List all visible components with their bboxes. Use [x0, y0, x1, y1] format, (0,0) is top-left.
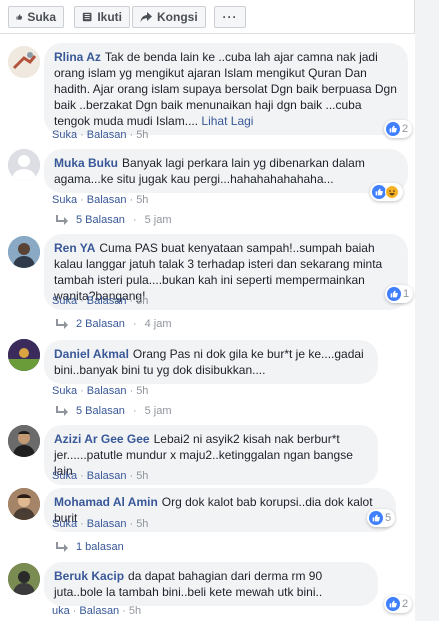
comment-time[interactable]: 5h	[136, 295, 148, 307]
comment-meta: Suka · Balasan · 5h	[52, 385, 149, 397]
comment-text: Cuma PAS buat kenyataan sampah!..sumpah …	[54, 241, 383, 303]
comment-bubble: Beruk Kacip da dapat bahagian dari derma …	[44, 562, 378, 606]
action-bar-panel: Suka Ikuti Kongsi ···	[0, 0, 415, 34]
reply-arrow-icon	[56, 215, 68, 225]
comment-reply-link[interactable]: Balasan	[87, 129, 127, 141]
reaction-summary[interactable]: 2	[384, 120, 413, 138]
comment-reply-link[interactable]: Balasan	[79, 605, 119, 617]
replies-time: 4 jam	[144, 318, 172, 330]
comment-time[interactable]: 5h	[136, 470, 148, 482]
reaction-summary[interactable]: 1	[385, 285, 414, 303]
replies-time: 5 jam	[144, 214, 172, 226]
comment-like-link[interactable]: uka	[52, 605, 70, 617]
page-gutter	[415, 34, 439, 621]
avatar-image	[8, 339, 40, 371]
share-icon	[140, 12, 152, 22]
like-reaction-icon	[386, 597, 400, 611]
comment-reply-link[interactable]: Balasan	[87, 194, 127, 206]
comment-meta: Suka · Balasan · 5h	[52, 194, 149, 206]
replies-count: 5 Balasan	[76, 405, 125, 417]
comment-meta: Suka · Balasan · 5h	[52, 129, 149, 141]
avatar[interactable]	[8, 488, 40, 520]
follow-button[interactable]: Ikuti	[74, 6, 130, 28]
comment-meta: Suka · Balasan · 5h	[52, 295, 149, 307]
comment-author[interactable]: Ren YA	[54, 241, 95, 255]
comment-bubble: Muka Buku Banyak lagi perkara lain yg dib…	[44, 149, 408, 193]
comment-reply-link[interactable]: Balasan	[87, 385, 127, 397]
comment-like-link[interactable]: Suka	[52, 129, 77, 141]
comment-reply-link[interactable]: Balasan	[87, 295, 127, 307]
comment-author[interactable]: Rlina Az	[54, 50, 101, 64]
comment-like-link[interactable]: Suka	[52, 470, 77, 482]
post-action-bar: Suka Ikuti Kongsi ···	[0, 0, 439, 34]
comment-author[interactable]: Mohamad Al Amin	[54, 495, 158, 509]
comment-reply-link[interactable]: Balasan	[87, 470, 127, 482]
avatar[interactable]	[8, 236, 40, 268]
comment-time[interactable]: 5h	[136, 385, 148, 397]
like-reaction-icon	[369, 511, 383, 525]
avatar[interactable]	[8, 425, 40, 457]
avatar[interactable]	[8, 149, 40, 181]
comment-author[interactable]: Muka Buku	[54, 156, 118, 170]
comment-author[interactable]: Azizi Ar Gee Gee	[54, 432, 150, 446]
like-reaction-icon	[386, 122, 400, 136]
view-replies-link[interactable]: 5 Balasan · 5 jam	[56, 405, 172, 417]
avatar[interactable]	[8, 46, 40, 78]
comment-reply-link[interactable]: Balasan	[87, 518, 127, 530]
view-replies-link[interactable]: 2 Balasan · 4 jam	[56, 318, 172, 330]
reaction-summary[interactable]	[370, 183, 403, 201]
reaction-count: 2	[402, 123, 409, 135]
comment-meta: Suka · Balasan · 5h	[52, 518, 149, 530]
avatar-image	[8, 425, 40, 457]
comment-like-link[interactable]: Suka	[52, 295, 77, 307]
see-more-link[interactable]: Lihat Lagi	[201, 114, 253, 128]
avatar-image	[8, 236, 40, 268]
comment-like-link[interactable]: Suka	[52, 518, 77, 530]
comment-time[interactable]: 5h	[129, 605, 141, 617]
share-button[interactable]: Kongsi	[132, 6, 206, 28]
like-reaction-icon	[387, 287, 401, 301]
follow-icon	[82, 12, 92, 22]
replies-count: 2 Balasan	[76, 318, 125, 330]
replies-time: 5 jam	[144, 405, 172, 417]
reaction-summary[interactable]: 2	[384, 595, 413, 613]
reaction-summary[interactable]: 5	[367, 509, 396, 527]
comment-meta: Suka · Balasan · 5h	[52, 470, 149, 482]
reaction-count: 2	[402, 598, 409, 610]
reaction-count: 5	[385, 512, 392, 524]
more-options-label: ···	[222, 10, 238, 24]
avatar-image	[8, 563, 40, 595]
follow-button-label: Ikuti	[97, 10, 122, 24]
reply-arrow-icon	[56, 319, 68, 329]
avatar-image	[8, 46, 40, 78]
like-button[interactable]: Suka	[8, 6, 64, 28]
comment-author[interactable]: Daniel Akmal	[54, 347, 129, 361]
comment-author[interactable]: Beruk Kacip	[54, 569, 124, 583]
like-button-label: Suka	[27, 10, 56, 24]
comment-bubble: Rlina Az Tak de benda lain ke ..cuba lah …	[44, 43, 408, 135]
replies-count: 1 balasan	[76, 541, 124, 553]
share-button-label: Kongsi	[157, 10, 198, 24]
avatar-image	[8, 488, 40, 520]
comment-like-link[interactable]: Suka	[52, 385, 77, 397]
reaction-count: 1	[403, 288, 410, 300]
reply-arrow-icon	[56, 542, 68, 552]
like-reaction-icon	[372, 185, 386, 199]
haha-reaction-icon	[385, 185, 399, 199]
comment-time[interactable]: 5h	[136, 129, 148, 141]
replies-count: 5 Balasan	[76, 214, 125, 226]
avatar[interactable]	[8, 563, 40, 595]
thumbs-up-icon	[16, 14, 23, 20]
avatar[interactable]	[8, 339, 40, 371]
comment-bubble: Daniel Akmal Orang Pas ni dok gila ke bur…	[44, 340, 378, 384]
comment-meta: uka · Balasan · 5h	[52, 605, 142, 617]
comment-time[interactable]: 5h	[136, 194, 148, 206]
comment-like-link[interactable]: Suka	[52, 194, 77, 206]
reply-arrow-icon	[56, 406, 68, 416]
view-replies-link[interactable]: 1 balasan	[56, 541, 124, 553]
view-replies-link[interactable]: 5 Balasan · 5 jam	[56, 214, 172, 226]
more-options-button[interactable]: ···	[214, 6, 246, 28]
comment-time[interactable]: 5h	[136, 518, 148, 530]
default-avatar-icon	[8, 149, 40, 181]
